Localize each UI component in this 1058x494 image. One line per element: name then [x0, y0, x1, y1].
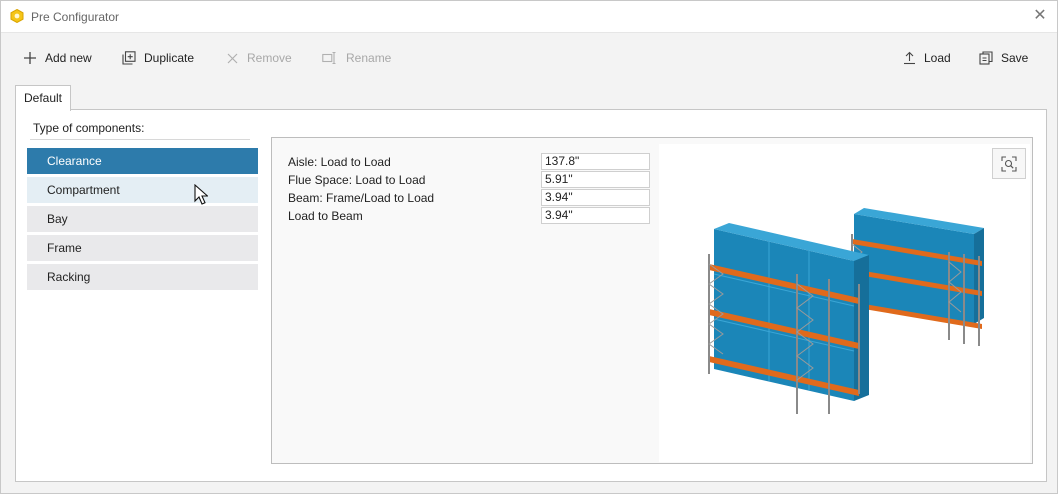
- list-item-frame[interactable]: Frame: [27, 235, 258, 261]
- beam-frame-input[interactable]: 3.94": [541, 189, 650, 206]
- close-icon[interactable]: ✕: [1031, 7, 1049, 25]
- duplicate-button[interactable]: Duplicate: [122, 45, 194, 71]
- save-label: Save: [1001, 51, 1029, 65]
- aisle-load-to-load-input[interactable]: 137.8": [541, 153, 650, 170]
- component-type-list: Clearance Compartment Bay Frame Racking: [27, 148, 258, 293]
- tab-panel: Type of components: Clearance Compartmen…: [15, 109, 1047, 482]
- duplicate-label: Duplicate: [144, 51, 195, 65]
- rename-button[interactable]: Rename: [322, 45, 391, 71]
- property-label: Load to Beam: [288, 209, 363, 223]
- divider: [30, 139, 250, 140]
- window-title: Pre Configurator: [31, 10, 120, 24]
- load-to-beam-input[interactable]: 3.94": [541, 207, 650, 224]
- property-row: Aisle: Load to Load 137.8": [288, 153, 650, 171]
- property-row: Beam: Frame/Load to Load 3.94": [288, 189, 650, 207]
- rack-left: [708, 223, 869, 414]
- add-new-button[interactable]: Add new: [23, 45, 92, 71]
- rack-right: [851, 208, 984, 346]
- rename-icon: [322, 51, 336, 65]
- load-label: Load: [924, 51, 951, 65]
- property-label: Beam: Frame/Load to Load: [288, 191, 435, 205]
- tab-default[interactable]: Default: [15, 85, 71, 111]
- property-row: Flue Space: Load to Load 5.91": [288, 171, 650, 189]
- rename-label: Rename: [346, 51, 392, 65]
- remove-button[interactable]: Remove: [226, 45, 292, 71]
- property-label: Flue Space: Load to Load: [288, 173, 426, 187]
- mouse-cursor-icon: [194, 184, 208, 205]
- properties-grid: Aisle: Load to Load 137.8" Flue Space: L…: [288, 153, 650, 225]
- property-label: Aisle: Load to Load: [288, 155, 391, 169]
- list-item-clearance[interactable]: Clearance: [27, 148, 258, 174]
- load-icon: [904, 51, 915, 65]
- flue-space-input[interactable]: 5.91": [541, 171, 650, 188]
- app-icon: [10, 9, 24, 23]
- add-new-label: Add new: [45, 51, 92, 65]
- pre-configurator-window: Pre Configurator ✕ Add new Duplicate Rem…: [0, 0, 1058, 494]
- save-button[interactable]: Save: [979, 45, 1028, 71]
- rack-3d-illustration: [708, 208, 984, 414]
- components-label: Type of components:: [33, 121, 145, 135]
- save-icon: [979, 51, 993, 65]
- remove-label: Remove: [247, 51, 292, 65]
- load-button[interactable]: Load: [903, 45, 951, 71]
- 3d-preview-viewport[interactable]: [659, 144, 1030, 462]
- duplicate-icon: [122, 51, 136, 65]
- properties-panel: Aisle: Load to Load 137.8" Flue Space: L…: [271, 137, 1033, 464]
- list-item-bay[interactable]: Bay: [27, 206, 258, 232]
- plus-icon: [24, 52, 36, 64]
- list-item-compartment[interactable]: Compartment: [27, 177, 258, 203]
- title-bar: Pre Configurator ✕: [1, 1, 1057, 33]
- property-row: Load to Beam 3.94": [288, 207, 650, 225]
- remove-icon: [227, 53, 238, 63]
- list-item-racking[interactable]: Racking: [27, 264, 258, 290]
